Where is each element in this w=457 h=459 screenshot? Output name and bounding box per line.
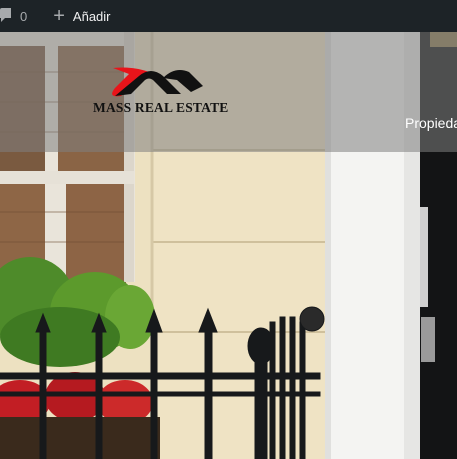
site-header: MASS REAL ESTATE Propieda — [0, 32, 457, 152]
admin-bar: 0 + Añadir — [0, 0, 457, 32]
logo-mark-icon — [112, 67, 203, 97]
nav-item-propiedades[interactable]: Propieda — [405, 115, 457, 131]
comment-bubble-icon — [0, 8, 11, 22]
new-content-button[interactable]: + Añadir — [53, 0, 110, 32]
plus-icon: + — [53, 5, 65, 27]
comments-link[interactable]: 0 — [0, 0, 27, 32]
site-logo[interactable]: MASS REAL ESTATE — [93, 66, 241, 116]
logo-text: MASS REAL ESTATE — [93, 100, 229, 115]
comments-count: 0 — [20, 8, 28, 24]
new-content-label: Añadir — [72, 8, 111, 24]
